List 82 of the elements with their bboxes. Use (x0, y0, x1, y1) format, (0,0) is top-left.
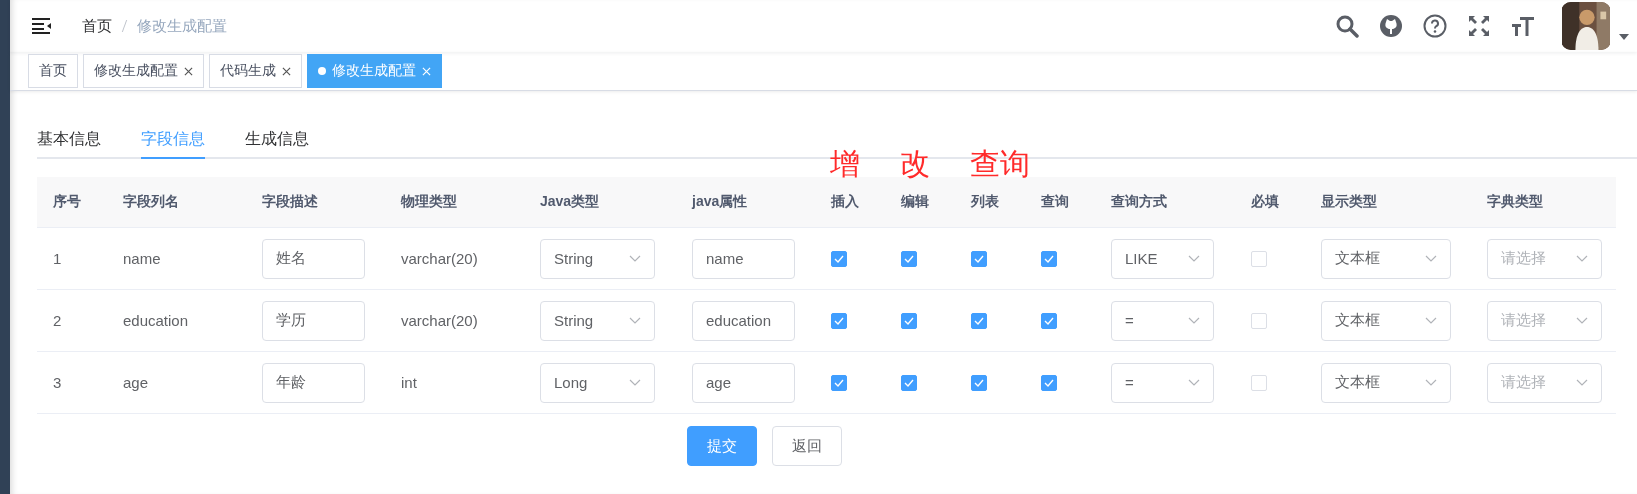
checkbox[interactable] (1041, 250, 1057, 267)
input-field[interactable]: education (692, 300, 795, 341)
annotation-text: 增 (830, 149, 860, 179)
chevron-down-icon (1188, 255, 1200, 262)
checkbox[interactable] (901, 250, 917, 267)
chevron-down-icon (629, 317, 641, 324)
select-field[interactable]: 文本框 (1321, 300, 1451, 341)
column-header: 查询方式 (1110, 193, 1168, 211)
column-header: 序号 (52, 193, 82, 211)
search-icon[interactable] (1335, 14, 1359, 38)
text-size-icon[interactable] (1511, 14, 1535, 38)
table-cell: education (123, 312, 189, 329)
column-header: 字段列名 (122, 193, 180, 211)
column-header: 插入 (830, 193, 860, 211)
breadcrumb-item[interactable]: 首页 (82, 16, 112, 36)
chevron-down-icon (1576, 317, 1588, 324)
select-field[interactable]: String (540, 238, 655, 279)
table-cell: name (123, 250, 161, 267)
column-header: 字段描述 (261, 193, 319, 211)
help-icon[interactable] (1423, 14, 1447, 38)
chevron-down-icon (1188, 379, 1200, 386)
table-cell: 2 (53, 312, 62, 329)
table-cell: varchar(20) (401, 312, 478, 329)
select-field[interactable]: 文本框 (1321, 362, 1451, 403)
table-cell: age (123, 374, 149, 391)
cat-silhouette-icon[interactable] (1379, 14, 1403, 38)
tag[interactable]: 修改生成配置 (83, 54, 204, 88)
tab[interactable]: 生成信息 (245, 121, 309, 159)
fullscreen-icon[interactable] (1467, 14, 1491, 38)
select-field[interactable]: String (540, 300, 655, 341)
table-cell: varchar(20) (401, 250, 478, 267)
column-header: 物理类型 (399, 193, 458, 211)
column-header: Java类型 (539, 193, 601, 211)
column-header: 编辑 (900, 193, 930, 211)
chevron-down-icon (1576, 379, 1588, 386)
close-icon[interactable] (184, 66, 193, 76)
menu-icon[interactable] (32, 18, 52, 34)
annotation-text: 改 (900, 149, 930, 179)
tag[interactable]: 首页 (28, 54, 78, 88)
chevron-down-icon (1576, 255, 1588, 262)
input-field[interactable]: 姓名 (262, 238, 365, 279)
checkbox[interactable] (831, 374, 847, 391)
select-field[interactable]: = (1111, 362, 1214, 403)
input-field[interactable]: age (692, 362, 795, 403)
table-cell: 3 (53, 374, 62, 391)
column-header: 显示类型 (1320, 193, 1378, 211)
tag[interactable]: 代码生成 (209, 54, 302, 88)
dot-icon (318, 67, 326, 75)
checkbox[interactable] (1041, 374, 1057, 391)
checkbox[interactable] (831, 250, 847, 267)
chevron-down-icon (629, 379, 641, 386)
annotation-text: 查询 (970, 149, 1030, 179)
chevron-down-icon (1425, 317, 1437, 324)
checkbox[interactable] (901, 374, 917, 391)
column-header: java属性 (690, 193, 749, 211)
chevron-down-icon (629, 255, 641, 262)
column-header: 查询 (1040, 193, 1070, 211)
input-field[interactable]: 学历 (262, 300, 365, 341)
column-header: 列表 (970, 193, 1000, 211)
close-icon[interactable] (282, 66, 291, 76)
input-field[interactable]: name (692, 238, 795, 279)
select-field[interactable]: = (1111, 300, 1214, 341)
column-header: 字典类型 (1486, 193, 1544, 211)
input-field[interactable]: 年龄 (262, 362, 365, 403)
chevron-down-icon (1425, 379, 1437, 386)
table-cell: 1 (53, 250, 62, 267)
checkbox[interactable] (971, 312, 987, 329)
select-field[interactable]: LIKE (1111, 238, 1214, 279)
table-cell: int (401, 374, 417, 391)
tab[interactable]: 基本信息 (37, 121, 101, 159)
chevron-down-icon (1188, 317, 1200, 324)
checkbox[interactable] (831, 312, 847, 329)
select-field[interactable]: 文本框 (1321, 238, 1451, 279)
chevron-down-icon (1425, 255, 1437, 262)
checkbox[interactable] (971, 250, 987, 267)
back-button[interactable]: 返回 (772, 426, 842, 466)
checkbox[interactable] (971, 374, 987, 391)
caret-icon[interactable] (1619, 34, 1629, 40)
checkbox[interactable] (901, 312, 917, 329)
select-field[interactable]: Long (540, 362, 655, 403)
column-header: 必填 (1250, 193, 1280, 211)
checkbox[interactable] (1041, 312, 1057, 329)
